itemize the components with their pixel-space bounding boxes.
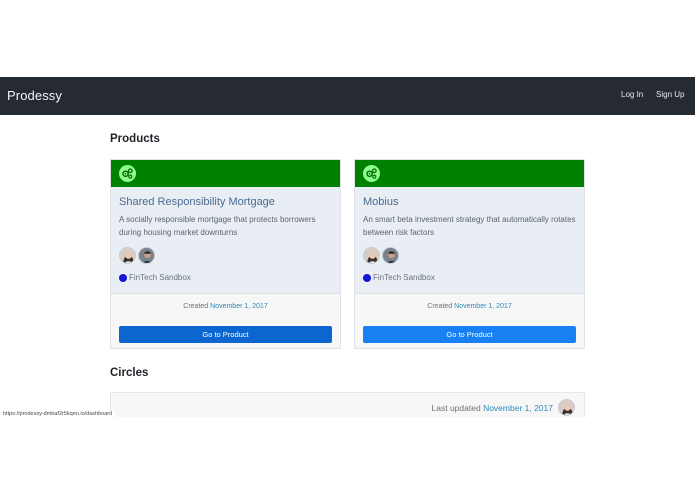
login-link[interactable]: Log In xyxy=(621,90,643,99)
created-line: Created November 1, 2017 xyxy=(355,303,584,310)
avatar[interactable] xyxy=(558,399,575,416)
sandbox-label: FinTech Sandbox xyxy=(129,273,191,282)
sandbox-label: FinTech Sandbox xyxy=(373,273,435,282)
last-updated-line: Last updated November 1, 2017 xyxy=(432,403,553,413)
product-card-2: Mobius An smart beta investment strategy… xyxy=(354,159,585,349)
products-heading: Products xyxy=(110,133,160,145)
product-card-1: Shared Responsibility Mortgage A sociall… xyxy=(110,159,341,349)
go-to-product-button[interactable]: Go to Product xyxy=(363,326,576,343)
created-date[interactable]: November 1, 2017 xyxy=(454,303,512,310)
signup-link[interactable]: Sign Up xyxy=(656,90,684,99)
product-title[interactable]: Shared Responsibility Mortgage xyxy=(119,196,275,208)
top-navbar: Prodessy Log In Sign Up xyxy=(0,77,695,115)
product-title[interactable]: Mobius xyxy=(363,196,398,208)
avatar[interactable] xyxy=(119,247,136,264)
gears-icon xyxy=(119,165,136,182)
gears-icon xyxy=(363,165,380,182)
created-label: Created xyxy=(427,303,453,310)
sandbox-dot-icon xyxy=(119,274,127,282)
last-updated-label: Last updated xyxy=(431,403,481,413)
product-description: A socially responsible mortgage that pro… xyxy=(119,215,316,237)
circles-heading: Circles xyxy=(110,367,149,379)
product-card-body: Shared Responsibility Mortgage A sociall… xyxy=(111,187,340,293)
status-bar-url: https://prodessy-dmbaf2r5kqen.io/dashboa… xyxy=(0,411,116,417)
avatar[interactable] xyxy=(138,247,155,264)
product-card-body: Mobius An smart beta investment strategy… xyxy=(355,187,584,293)
circle-card[interactable]: Last updated November 1, 2017 xyxy=(110,392,585,417)
created-label: Created xyxy=(183,303,209,310)
card-divider xyxy=(355,293,584,294)
product-description: An smart beta investment strategy that a… xyxy=(363,215,576,237)
avatar[interactable] xyxy=(382,247,399,264)
go-to-product-button[interactable]: Go to Product xyxy=(119,326,332,343)
sandbox-dot-icon xyxy=(363,274,371,282)
created-line: Created November 1, 2017 xyxy=(111,303,340,310)
avatar[interactable] xyxy=(363,247,380,264)
product-card-header xyxy=(355,160,584,187)
created-date[interactable]: November 1, 2017 xyxy=(210,303,268,310)
brand-logo-text[interactable]: Prodessy xyxy=(7,88,62,103)
card-divider xyxy=(111,293,340,294)
last-updated-date[interactable]: November 1, 2017 xyxy=(483,403,553,413)
product-card-header xyxy=(111,160,340,187)
